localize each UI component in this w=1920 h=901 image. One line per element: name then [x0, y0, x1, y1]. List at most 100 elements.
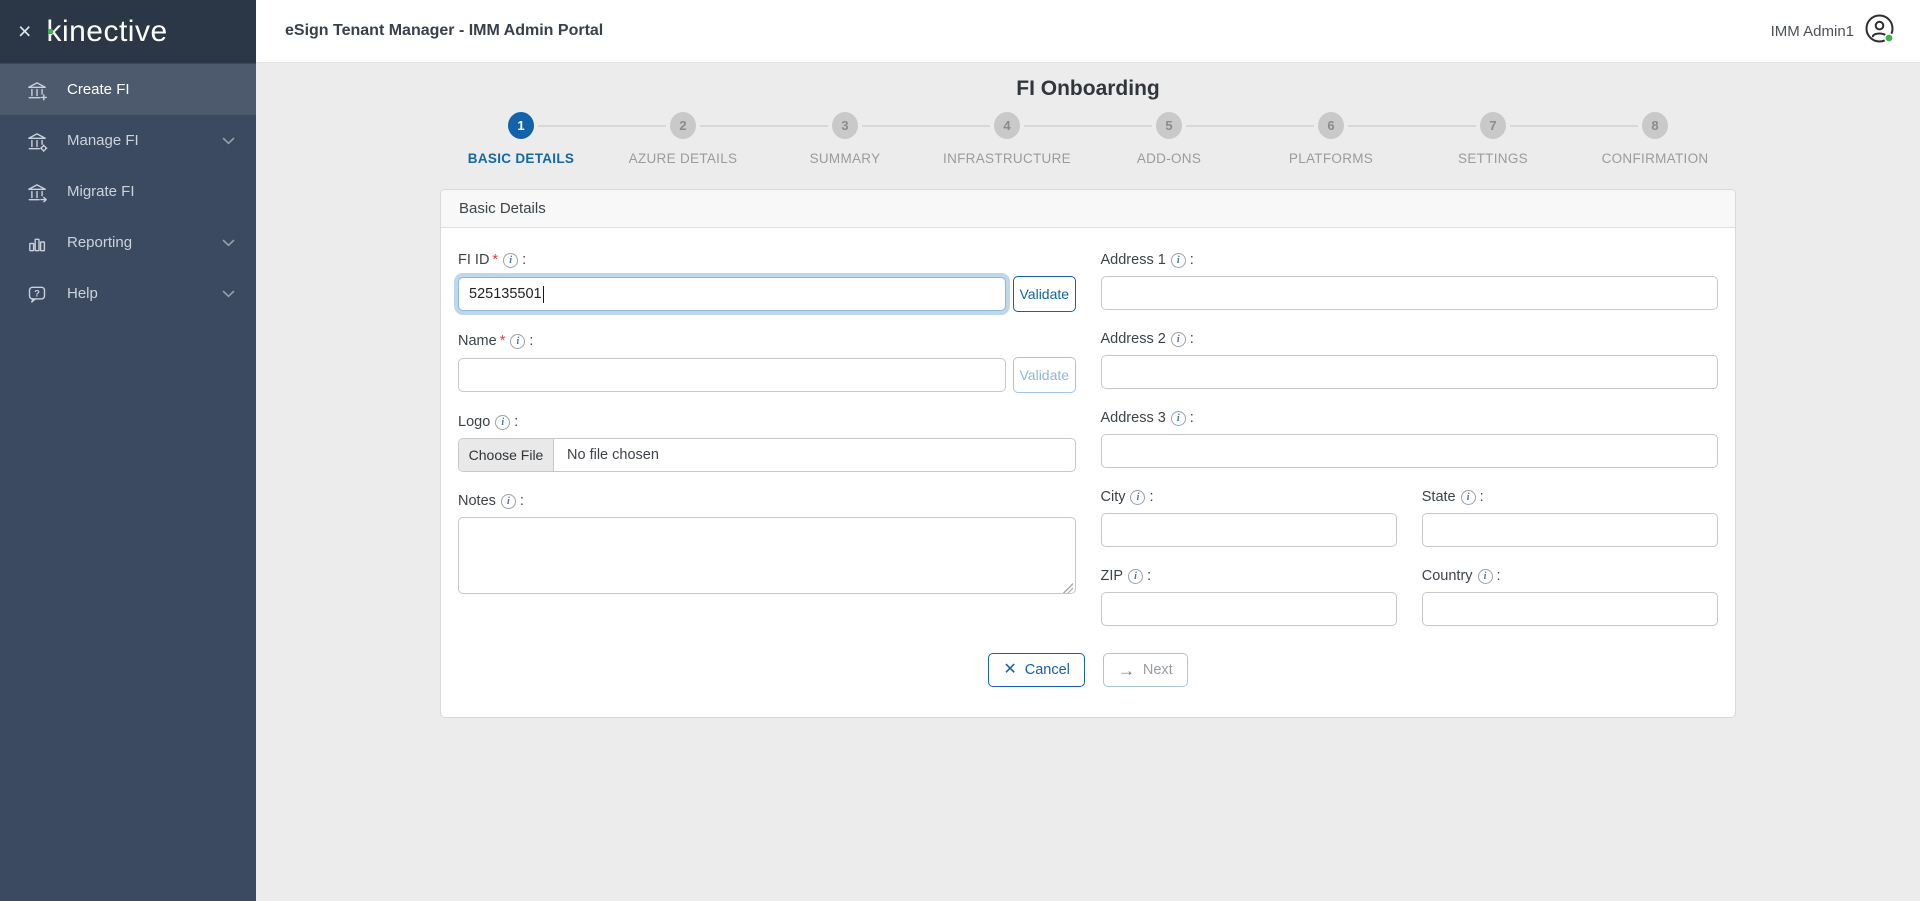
info-icon[interactable]: i [500, 493, 516, 509]
sidebar-item-label: Manage FI [67, 132, 139, 149]
label-text: Name [458, 333, 497, 349]
info-icon[interactable]: i [503, 252, 519, 268]
sidebar-close-icon[interactable]: × [18, 20, 31, 43]
logo-bar: × kinective [0, 0, 256, 63]
info-icon[interactable]: i [1128, 568, 1144, 584]
zip-label: ZIP i : [1101, 566, 1397, 586]
info-icon[interactable]: i [1170, 331, 1186, 347]
label-text: Address 3 [1100, 410, 1166, 426]
bank-gear-icon [25, 129, 49, 153]
address3-field-group: Address 3 i : [1100, 408, 1719, 468]
address1-input[interactable] [1100, 276, 1718, 310]
step-circle: 1 [508, 112, 534, 139]
sidebar-item-label: Reporting [67, 234, 133, 251]
label-colon: : [1189, 331, 1194, 347]
step-add-ons[interactable]: 5 ADD-ONS [1088, 112, 1314, 166]
basic-details-card: Basic Details FI ID * i : 525135501 Vali… [440, 189, 1736, 718]
sidebar-item-manage-fi[interactable]: Manage FI [0, 115, 256, 166]
validate-fi-id-button[interactable]: Validate [1012, 276, 1076, 312]
step-label: INFRASTRUCTURE [943, 151, 1071, 166]
bar-chart-icon [25, 231, 49, 255]
step-platforms[interactable]: 6 PLATFORMS [1250, 112, 1476, 166]
city-input[interactable] [1100, 513, 1397, 547]
step-azure-details[interactable]: 2 AZURE DETAILS [602, 112, 828, 166]
cancel-button[interactable]: ✕ Cancel [988, 653, 1085, 687]
label-text: ZIP [1100, 568, 1124, 584]
address3-input[interactable] [1100, 434, 1718, 468]
validate-name-button[interactable]: Validate [1012, 357, 1076, 393]
chevron-down-icon [222, 137, 235, 145]
info-icon[interactable]: i [1477, 568, 1493, 584]
sidebar-item-migrate-fi[interactable]: Migrate FI [0, 166, 256, 217]
info-icon[interactable]: i [1170, 252, 1186, 268]
step-basic-details[interactable]: 1 BASIC DETAILS [440, 112, 666, 166]
label-text: Address 2 [1100, 331, 1166, 347]
info-icon[interactable]: i [1170, 410, 1186, 426]
step-number: 1 [517, 118, 525, 133]
required-marker: * [492, 252, 499, 268]
country-input[interactable] [1421, 592, 1718, 626]
logo-file-input[interactable]: Choose File No file chosen [458, 438, 1076, 472]
step-label: SETTINGS [1458, 151, 1528, 166]
logo-label: Logo i : [458, 412, 1076, 432]
info-icon[interactable]: i [1460, 489, 1476, 505]
sidebar-item-reporting[interactable]: Reporting [0, 217, 256, 268]
step-circle: 8 [1642, 112, 1668, 139]
text-cursor [542, 285, 545, 303]
logo-accent-dot [48, 28, 54, 34]
sidebar: × kinective Create FI Manage FI Migrate … [0, 0, 256, 901]
sidebar-item-create-fi[interactable]: Create FI [0, 64, 256, 115]
notes-field-group: Notes i : [458, 491, 1076, 599]
city-state-row: City i : State i : [1100, 487, 1718, 547]
step-settings[interactable]: 7 SETTINGS [1412, 112, 1638, 166]
label-text: Country [1421, 568, 1473, 584]
next-button[interactable]: → Next [1102, 653, 1188, 687]
step-summary[interactable]: 3 SUMMARY [764, 112, 990, 166]
chevron-down-icon [222, 290, 235, 298]
chevron-down-icon [222, 239, 235, 247]
label-text: Logo [458, 414, 491, 430]
sidebar-nav: Create FI Manage FI Migrate FI Reporting… [0, 63, 256, 319]
label-colon: : [1479, 489, 1484, 505]
info-icon[interactable]: i [510, 333, 526, 349]
address3-label: Address 3 i : [1101, 408, 1719, 428]
state-input[interactable] [1421, 513, 1718, 547]
country-label: Country i : [1422, 566, 1718, 586]
file-status-text: No file chosen [567, 447, 659, 463]
form-left-column: FI ID * i : 525135501 Validate Name * i … [458, 250, 1076, 645]
logo-text: kinective [46, 14, 168, 48]
label-text: State [1421, 489, 1456, 505]
sidebar-item-help[interactable]: ? Help [0, 268, 256, 319]
label-text: Address 1 [1100, 252, 1166, 268]
address2-input[interactable] [1100, 355, 1718, 389]
label-colon: : [514, 414, 519, 430]
step-circle: 5 [1156, 112, 1182, 139]
kinective-logo: kinective [46, 15, 167, 49]
label-colon: : [522, 252, 527, 268]
step-label: PLATFORMS [1288, 151, 1374, 166]
avatar-icon[interactable] [1864, 13, 1896, 50]
label-colon: : [529, 333, 534, 349]
label-text: City [1100, 489, 1126, 505]
address1-label: Address 1 i : [1101, 250, 1719, 270]
info-icon[interactable]: i [495, 414, 511, 430]
step-label: CONFIRMATION [1601, 151, 1709, 166]
notes-textarea[interactable] [458, 517, 1076, 594]
label-colon: : [1496, 568, 1501, 584]
user-menu[interactable]: IMM Admin1 [1771, 13, 1896, 50]
fi-id-input[interactable]: 525135501 [458, 277, 1006, 311]
step-number: 2 [679, 118, 687, 133]
step-label: BASIC DETAILS [467, 151, 575, 166]
step-infrastructure[interactable]: 4 INFRASTRUCTURE [926, 112, 1152, 166]
step-confirmation[interactable]: 8 CONFIRMATION [1574, 112, 1736, 166]
name-input[interactable] [458, 358, 1006, 392]
country-field-group: Country i : [1421, 566, 1718, 626]
label-colon: : [519, 493, 524, 509]
help-bubble-icon: ? [25, 282, 49, 306]
choose-file-button[interactable]: Choose File [459, 439, 554, 471]
svg-text:?: ? [34, 288, 40, 299]
zip-input[interactable] [1100, 592, 1397, 626]
fi-id-field-group: FI ID * i : 525135501 Validate [458, 250, 1076, 312]
info-icon[interactable]: i [1130, 489, 1146, 505]
step-number: 5 [1165, 118, 1173, 133]
